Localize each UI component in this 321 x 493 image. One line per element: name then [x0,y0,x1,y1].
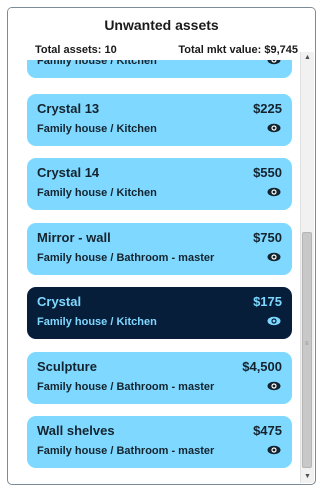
asset-card[interactable]: Crystal 13 $225 Family house / Kitchen [27,94,292,146]
asset-price: $175 [253,294,282,309]
total-market-value-amount: $9,745 [264,44,298,56]
scroll-up-arrow[interactable]: ▲ [301,52,314,64]
eye-icon[interactable] [267,316,281,326]
asset-price: $4,500 [242,359,282,374]
asset-location: Family house / Bathroom - master [37,445,215,457]
unwanted-assets-panel: Family house / Kitchen Crystal 13 $225 F… [7,7,316,485]
asset-location: Family house / Kitchen [37,187,157,199]
total-assets-value: 10 [104,44,117,56]
panel-header: Unwanted assets Total assets: 10 Total m… [8,8,315,60]
eye-icon[interactable] [267,123,281,133]
eye-icon[interactable] [267,445,281,455]
vertical-scrollbar[interactable]: ▲ ≡ ▼ [300,52,314,483]
asset-location: Family house / Bathroom - master [37,381,215,393]
asset-price: $550 [253,165,282,180]
panel-title: Unwanted assets [104,17,219,33]
total-assets: Total assets: 10 [35,44,117,56]
asset-list: Family house / Kitchen Crystal 13 $225 F… [8,8,302,484]
eye-icon[interactable] [267,187,281,197]
asset-card[interactable]: Mirror - wall $750 Family house / Bathro… [27,223,292,275]
scroll-grip-icon: ≡ [305,341,309,347]
asset-location: Family house / Bathroom - master [37,252,215,264]
asset-price: $475 [253,423,282,438]
scroll-thumb[interactable]: ≡ [302,232,312,468]
asset-location: Family house / Kitchen [37,123,157,135]
asset-price: $750 [253,230,282,245]
eye-icon[interactable] [267,381,281,391]
asset-name: Mirror - wall [37,230,111,245]
asset-card-selected[interactable]: Crystal $175 Family house / Kitchen [27,287,292,339]
asset-price: $225 [253,101,282,116]
asset-name: Crystal 14 [37,165,100,180]
asset-card[interactable]: Wall shelves $475 Family house / Bathroo… [27,416,292,468]
total-market-value: Total mkt value: $9,745 [178,44,298,56]
asset-name: Crystal [37,294,82,309]
asset-card[interactable]: Crystal 14 $550 Family house / Kitchen [27,158,292,210]
asset-card[interactable]: Sculpture $4,500 Family house / Bathroom… [27,352,292,404]
asset-name: Sculpture [37,359,97,374]
eye-icon[interactable] [267,252,281,262]
asset-name: Crystal 13 [37,101,100,116]
asset-name: Wall shelves [37,423,115,438]
totals-row: Total assets: 10 Total mkt value: $9,745 [35,44,298,56]
asset-location: Family house / Kitchen [37,316,157,328]
scroll-down-arrow[interactable]: ▼ [301,471,314,483]
total-assets-label: Total assets: [35,44,102,56]
total-market-value-label: Total mkt value: [178,44,262,56]
